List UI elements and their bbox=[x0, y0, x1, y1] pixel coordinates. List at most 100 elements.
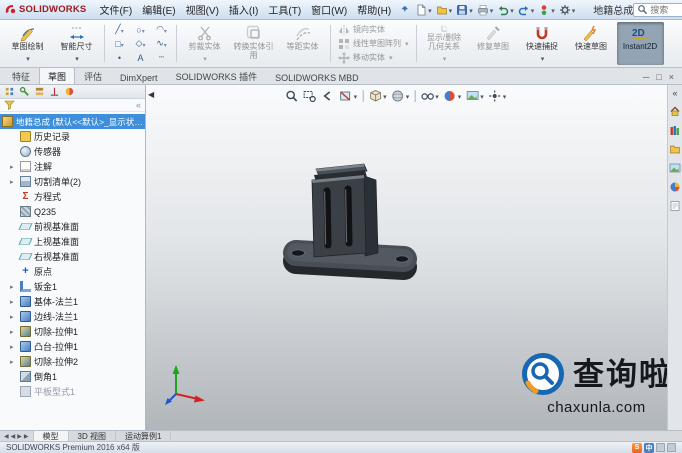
sketch-tool-centerline[interactable]: ┄ bbox=[151, 51, 172, 65]
tree-item-origin[interactable]: 原点 bbox=[0, 264, 145, 279]
ime-keyboard-icon[interactable] bbox=[656, 443, 665, 452]
tree-item-sheetmetal[interactable]: 钣金1 bbox=[0, 279, 145, 294]
tab-evaluate[interactable]: 评估 bbox=[75, 67, 111, 84]
design-library-icon[interactable] bbox=[669, 124, 681, 136]
dimxpertmanager-tab[interactable] bbox=[49, 86, 60, 97]
sketch-tool-rectangle[interactable]: □ bbox=[109, 37, 130, 51]
tree-item-cut-extrude2[interactable]: 切除-拉伸2 bbox=[0, 354, 145, 369]
sketch-tool-line[interactable]: ╱ bbox=[109, 23, 130, 37]
expand-arrow[interactable] bbox=[10, 358, 17, 366]
smart-dimension-button[interactable]: 智能尺寸 bbox=[53, 22, 100, 65]
propertymanager-tab[interactable] bbox=[19, 86, 30, 97]
section-view-button[interactable] bbox=[338, 88, 359, 104]
open-button[interactable] bbox=[434, 4, 455, 16]
tree-item-boss-extrude1[interactable]: 凸台-拉伸1 bbox=[0, 339, 145, 354]
ime-chinese-mode-icon[interactable]: 中 bbox=[644, 443, 654, 453]
tab-dimxpert[interactable]: DimXpert bbox=[111, 70, 167, 84]
offset-entities-button[interactable]: 等距实体 bbox=[279, 22, 326, 65]
tree-item-right-plane[interactable]: 右视基准面 bbox=[0, 249, 145, 264]
viewport-3d[interactable]: ◀ bbox=[146, 85, 682, 430]
sketch-tool-spline[interactable]: ∿ bbox=[151, 37, 172, 51]
apply-scene-button[interactable] bbox=[464, 88, 485, 104]
sketch-tool-text[interactable]: A bbox=[130, 51, 151, 65]
scroll-first-button[interactable] bbox=[4, 433, 9, 440]
tree-item-cut-extrude1[interactable]: 切除-拉伸1 bbox=[0, 324, 145, 339]
displaymanager-tab[interactable] bbox=[64, 86, 75, 97]
options-button[interactable] bbox=[557, 4, 578, 16]
save-button[interactable] bbox=[454, 4, 475, 16]
display-delete-relations-button[interactable]: 显示/删除几何关系 bbox=[421, 22, 468, 65]
mirror-entities-button[interactable]: 镜向实体 bbox=[335, 23, 412, 36]
menu-insert[interactable]: 插入(I) bbox=[224, 1, 263, 18]
menu-help[interactable]: 帮助(H) bbox=[352, 1, 396, 18]
custom-properties-icon[interactable] bbox=[669, 200, 681, 212]
menu-file[interactable]: 文件(F) bbox=[94, 1, 137, 18]
sketch-tool-arc[interactable]: ◠ bbox=[151, 23, 172, 37]
ime-settings-icon[interactable] bbox=[667, 443, 676, 452]
previous-view-button[interactable] bbox=[320, 88, 336, 104]
featuremanager-tab[interactable] bbox=[4, 86, 15, 97]
scroll-next-button[interactable] bbox=[17, 433, 22, 440]
tree-item-annotations[interactable]: 注解 bbox=[0, 159, 145, 174]
redo-button[interactable] bbox=[516, 4, 537, 16]
tree-item-edge-flange[interactable]: 边线-法兰1 bbox=[0, 309, 145, 324]
tab-motion-study[interactable]: 运动算例1 bbox=[116, 431, 171, 441]
rapid-sketch-button[interactable]: 快速草图 bbox=[568, 22, 615, 65]
view-orientation-button[interactable] bbox=[367, 88, 388, 104]
tree-item-equations[interactable]: 方程式 bbox=[0, 189, 145, 204]
sketch-tool-circle[interactable]: ○ bbox=[130, 23, 151, 37]
tree-root-item[interactable]: 地籍总成 (默认<<默认>_显示状态 1>) bbox=[0, 114, 145, 129]
ime-sogou-icon[interactable]: S bbox=[632, 443, 642, 453]
menu-window[interactable]: 窗口(W) bbox=[306, 1, 352, 18]
configurationmanager-tab[interactable] bbox=[34, 86, 45, 97]
quick-snaps-button[interactable]: 快速捕捉 bbox=[519, 22, 566, 65]
move-entities-button[interactable]: 移动实体 bbox=[335, 51, 412, 64]
display-style-button[interactable] bbox=[390, 88, 411, 104]
edit-appearance-button[interactable] bbox=[442, 88, 463, 104]
menu-edit[interactable]: 编辑(E) bbox=[137, 1, 180, 18]
expand-arrow[interactable] bbox=[10, 298, 17, 306]
zoom-fit-button[interactable] bbox=[284, 88, 300, 104]
close-button[interactable]: × bbox=[669, 72, 674, 82]
bracket-part-model[interactable] bbox=[264, 149, 494, 299]
tree-item-history[interactable]: 历史记录 bbox=[0, 129, 145, 144]
tab-sketch[interactable]: 草图 bbox=[39, 67, 75, 84]
tab-features[interactable]: 特征 bbox=[3, 67, 39, 84]
search-input[interactable] bbox=[650, 5, 682, 15]
rebuild-button[interactable] bbox=[536, 4, 557, 16]
search-box[interactable] bbox=[633, 3, 682, 17]
tab-solidworks-mbd[interactable]: SOLIDWORKS MBD bbox=[266, 70, 368, 84]
hide-show-items-button[interactable] bbox=[419, 88, 440, 104]
expand-arrow[interactable] bbox=[10, 328, 17, 336]
expand-arrow[interactable] bbox=[10, 178, 17, 186]
tree-item-material[interactable]: Q235 bbox=[0, 204, 145, 219]
panel-pin-icon[interactable]: « bbox=[136, 100, 141, 110]
tab-3d-views[interactable]: 3D 视图 bbox=[69, 431, 116, 441]
tab-model[interactable]: 模型 bbox=[34, 431, 69, 441]
solidworks-resources-icon[interactable] bbox=[669, 105, 681, 117]
expand-arrow[interactable] bbox=[10, 313, 17, 321]
filter-funnel-icon[interactable] bbox=[4, 100, 15, 110]
tree-item-base-flange[interactable]: 基体-法兰1 bbox=[0, 294, 145, 309]
trim-entities-button[interactable]: 剪裁实体 bbox=[181, 22, 228, 65]
pin-menu-icon[interactable] bbox=[400, 5, 409, 14]
file-explorer-icon[interactable] bbox=[669, 143, 681, 155]
expand-arrow[interactable] bbox=[10, 163, 17, 171]
convert-entities-button[interactable]: 转换实体引用 bbox=[230, 22, 277, 65]
repair-sketch-button[interactable]: 修复草图 bbox=[470, 22, 517, 65]
print-button[interactable] bbox=[475, 4, 496, 16]
menu-tools[interactable]: 工具(T) bbox=[263, 1, 306, 18]
scroll-last-button[interactable] bbox=[24, 433, 29, 440]
menu-view[interactable]: 视图(V) bbox=[181, 1, 224, 18]
tree-item-flat-pattern[interactable]: 平板型式1 bbox=[0, 384, 145, 399]
view-palette-icon[interactable] bbox=[669, 162, 681, 174]
new-document-button[interactable] bbox=[413, 4, 434, 16]
panel-collapse-arrow-icon[interactable]: ◀ bbox=[148, 90, 154, 99]
zoom-area-button[interactable] bbox=[302, 88, 318, 104]
linear-sketch-pattern-button[interactable]: 线性草图阵列 bbox=[335, 37, 412, 50]
appearances-scenes-icon[interactable] bbox=[669, 181, 681, 193]
tree-item-cutlist[interactable]: 切割清单(2) bbox=[0, 174, 145, 189]
view-settings-button[interactable] bbox=[487, 88, 508, 104]
sketch-tool-polygon[interactable]: ◇ bbox=[130, 37, 151, 51]
scroll-prev-button[interactable] bbox=[11, 433, 16, 440]
